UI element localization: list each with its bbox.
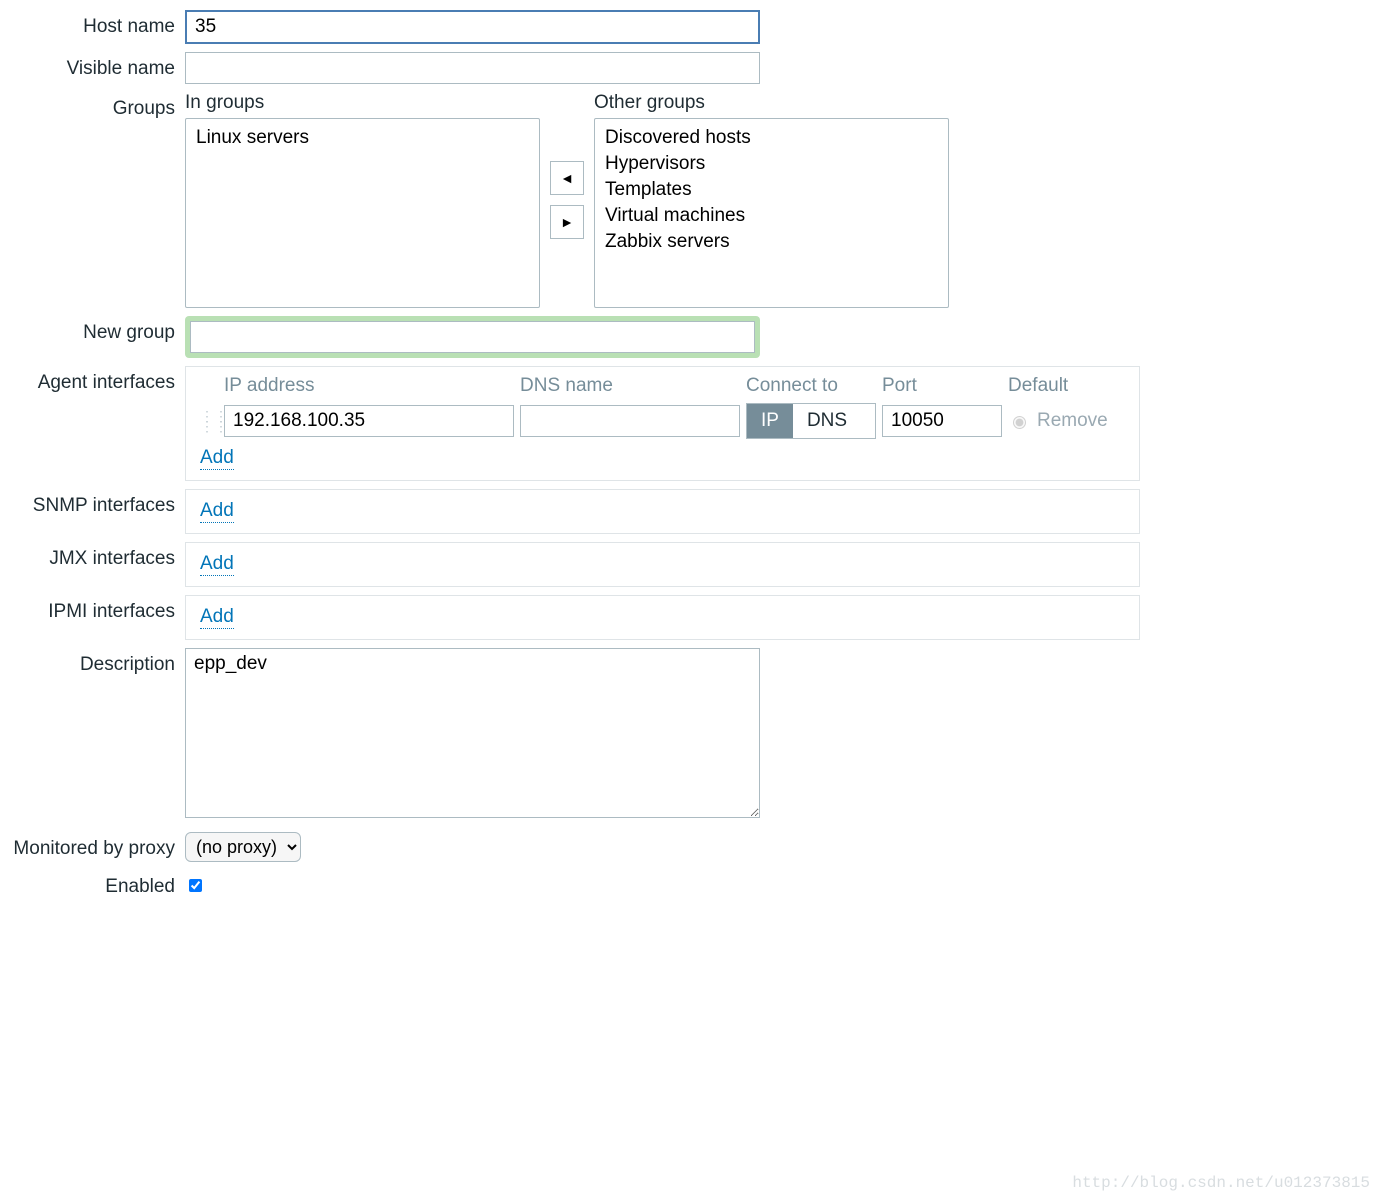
new-group-input[interactable]: [190, 321, 755, 353]
description-textarea[interactable]: epp_dev: [185, 648, 760, 818]
drag-handle-icon[interactable]: ⋮⋮⋮⋮: [200, 411, 218, 431]
host-name-input[interactable]: [185, 10, 760, 44]
list-item[interactable]: Zabbix servers: [599, 229, 944, 255]
default-radio[interactable]: [1013, 416, 1026, 429]
agent-interfaces-panel: IP address DNS name Connect to Port Defa…: [185, 366, 1140, 481]
connect-to-dns[interactable]: DNS: [793, 404, 861, 438]
ipmi-add-link[interactable]: Add: [200, 606, 234, 629]
in-groups-title: In groups: [185, 92, 540, 114]
ipmi-interfaces-label: IPMI interfaces: [0, 595, 185, 623]
connect-to-header: Connect to: [746, 375, 876, 397]
list-item[interactable]: Discovered hosts: [599, 125, 944, 151]
jmx-interfaces-label: JMX interfaces: [0, 542, 185, 570]
monitored-by-proxy-label: Monitored by proxy: [0, 832, 185, 860]
new-group-label: New group: [0, 316, 185, 344]
list-item[interactable]: Hypervisors: [599, 151, 944, 177]
visible-name-label: Visible name: [0, 52, 185, 80]
in-groups-listbox[interactable]: Linux servers: [185, 118, 540, 308]
other-groups-title: Other groups: [594, 92, 949, 114]
triangle-right-icon: ►: [560, 214, 574, 230]
move-left-button[interactable]: ◄: [550, 161, 584, 195]
watermark-text: http://blog.csdn.net/u012373815: [1072, 1174, 1370, 1192]
agent-interface-row: ⋮⋮⋮⋮ IP DNS Remove: [200, 403, 1125, 439]
list-item[interactable]: Virtual machines: [599, 203, 944, 229]
connect-to-toggle[interactable]: IP DNS: [746, 403, 876, 439]
snmp-interfaces-label: SNMP interfaces: [0, 489, 185, 517]
visible-name-input[interactable]: [185, 52, 760, 84]
snmp-add-link[interactable]: Add: [200, 500, 234, 523]
remove-link: Remove: [1037, 410, 1108, 432]
ipmi-interfaces-panel: Add: [185, 595, 1140, 640]
connect-to-ip[interactable]: IP: [747, 404, 793, 438]
list-item[interactable]: Linux servers: [190, 125, 535, 151]
snmp-interfaces-panel: Add: [185, 489, 1140, 534]
dns-name-input[interactable]: [520, 405, 740, 437]
proxy-select[interactable]: (no proxy): [185, 832, 301, 862]
jmx-add-link[interactable]: Add: [200, 553, 234, 576]
ip-address-header: IP address: [224, 375, 514, 397]
dns-name-header: DNS name: [520, 375, 740, 397]
enabled-label: Enabled: [0, 870, 185, 898]
ip-address-input[interactable]: [224, 405, 514, 437]
enabled-checkbox[interactable]: [189, 879, 202, 892]
jmx-interfaces-panel: Add: [185, 542, 1140, 587]
description-label: Description: [0, 648, 185, 676]
groups-label: Groups: [0, 92, 185, 120]
list-item[interactable]: Templates: [599, 177, 944, 203]
default-header: Default: [1008, 375, 1128, 397]
move-right-button[interactable]: ►: [550, 205, 584, 239]
agent-interfaces-label: Agent interfaces: [0, 366, 185, 394]
host-name-label: Host name: [0, 10, 185, 38]
new-group-highlight: [185, 316, 760, 358]
other-groups-listbox[interactable]: Discovered hostsHypervisorsTemplatesVirt…: [594, 118, 949, 308]
agent-add-link[interactable]: Add: [200, 447, 234, 470]
triangle-left-icon: ◄: [560, 170, 574, 186]
port-input[interactable]: [882, 405, 1002, 437]
port-header: Port: [882, 375, 1002, 397]
